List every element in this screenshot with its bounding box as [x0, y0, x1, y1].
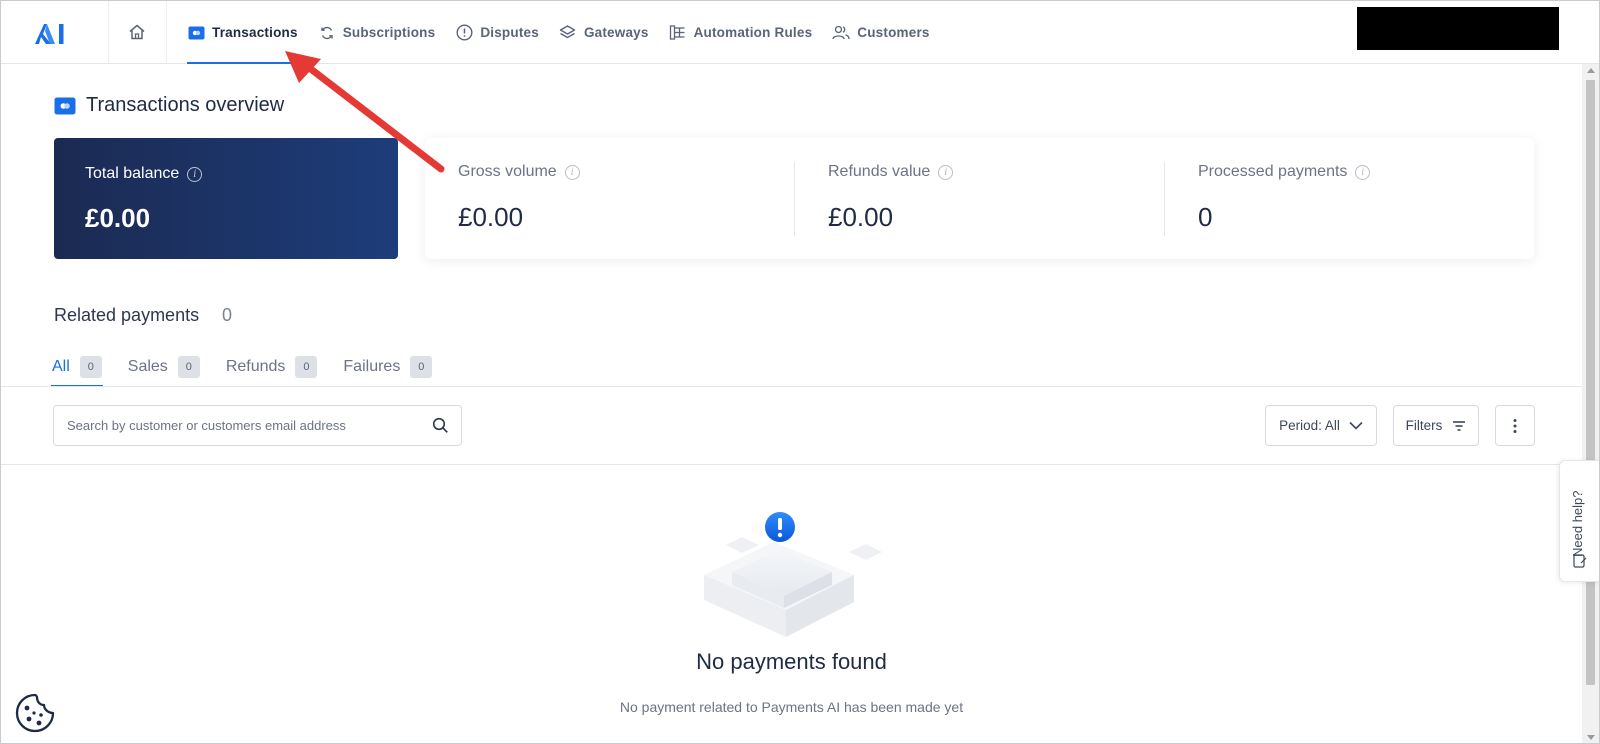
home-button[interactable]: [126, 21, 148, 43]
stat-label-text: Processed payments: [1198, 163, 1348, 180]
total-balance-card: Total balance i £0.00: [54, 138, 398, 259]
nav-item-gateways[interactable]: Gateways: [559, 1, 649, 64]
nav-item-label: Gateways: [583, 25, 649, 40]
total-balance-label: Total balance i: [85, 165, 203, 183]
tab-count-badge: 0: [177, 356, 200, 378]
tab-label: Sales: [127, 358, 168, 375]
nav-item-label: Disputes: [480, 25, 539, 40]
stat-label-text: Refunds value: [828, 163, 931, 180]
search-box[interactable]: [53, 405, 462, 446]
tab-label: All: [52, 358, 70, 375]
stat-label-text: Gross volume: [458, 163, 557, 180]
app-window: Transactions Subscriptions Disputes Gate…: [0, 0, 1600, 744]
stat-value: 0: [1198, 202, 1213, 232]
scrollbar-thumb[interactable]: [1586, 80, 1595, 685]
nav-item-label: Subscriptions: [342, 25, 436, 40]
need-help-label: Need help?: [1570, 490, 1585, 558]
scroll-up-arrow-icon[interactable]: [1587, 68, 1595, 73]
stats-card: Gross volume i £0.00 Refunds value i £0.…: [425, 138, 1534, 259]
feedback-icon: [1573, 554, 1587, 568]
empty-state-title: No payments found: [696, 649, 887, 674]
info-icon[interactable]: i: [187, 166, 203, 182]
tab-failures[interactable]: Failures 0: [342, 347, 433, 387]
stat-value: £0.00: [828, 202, 894, 232]
filter-icon: [1453, 420, 1466, 431]
divider: [166, 1, 167, 63]
stat-processed-payments: Processed payments i 0: [1165, 138, 1534, 259]
nav-item-label: Transactions: [212, 25, 298, 40]
page-title: Transactions overview: [54, 94, 284, 117]
redacted-account-area[interactable]: [1357, 7, 1559, 50]
info-icon[interactable]: i: [1355, 164, 1371, 180]
tab-sales[interactable]: Sales 0: [127, 347, 201, 387]
tab-all[interactable]: All 0: [51, 347, 103, 387]
more-options-button[interactable]: [1495, 405, 1535, 446]
users-icon: [832, 24, 850, 42]
logo[interactable]: [31, 20, 77, 46]
info-icon[interactable]: i: [938, 164, 954, 180]
scroll-down-arrow-icon[interactable]: [1587, 735, 1595, 740]
related-payments-count: 0: [222, 305, 233, 325]
top-navigation: Transactions Subscriptions Disputes Gate…: [1, 1, 1599, 64]
empty-state-subtitle: No payment related to Payments AI has be…: [619, 699, 964, 715]
divider: [108, 1, 109, 63]
nav-item-customers[interactable]: Customers: [832, 1, 929, 64]
nav-item-transactions[interactable]: Transactions: [187, 1, 298, 64]
cookie-settings-icon[interactable]: [13, 691, 57, 735]
tab-count-badge: 0: [410, 356, 433, 378]
empty-state-illustration: [704, 512, 882, 637]
flow-icon: [669, 24, 687, 42]
divider: [1, 464, 1582, 465]
stat-value: £0.00: [458, 202, 524, 232]
nav-item-label: Customers: [857, 25, 930, 40]
page-title-text: Transactions overview: [86, 94, 285, 116]
transactions-icon: [187, 24, 205, 42]
stat-label: Processed payments i: [1198, 163, 1371, 181]
filters-button-label: Filters: [1405, 418, 1443, 433]
refresh-icon: [318, 24, 336, 42]
stat-label: Refunds value i: [828, 163, 954, 181]
stat-refunds-value: Refunds value i £0.00: [795, 138, 1165, 259]
filters-button[interactable]: Filters: [1393, 405, 1479, 446]
home-icon: [129, 24, 145, 40]
tab-refunds[interactable]: Refunds 0: [225, 347, 319, 387]
search-input[interactable]: [67, 418, 417, 433]
tab-label: Refunds: [225, 358, 286, 375]
stat-label: Gross volume i: [458, 163, 580, 181]
tab-count-badge: 0: [295, 356, 318, 378]
alert-circle-icon: [455, 24, 473, 42]
info-icon[interactable]: i: [564, 164, 580, 180]
nav-item-subscriptions[interactable]: Subscriptions: [318, 1, 436, 64]
nav-item-automation-rules[interactable]: Automation Rules: [669, 1, 813, 64]
chevron-down-icon: [1349, 421, 1363, 430]
tab-label: Failures: [343, 358, 401, 375]
period-dropdown[interactable]: Period: All: [1265, 405, 1377, 446]
payment-tabs: All 0 Sales 0 Refunds 0 Failures 0: [51, 347, 457, 387]
stat-gross-volume: Gross volume i £0.00: [425, 138, 795, 259]
layers-icon: [559, 24, 577, 42]
main-nav: Transactions Subscriptions Disputes Gate…: [187, 1, 950, 64]
tab-count-badge: 0: [79, 356, 102, 378]
total-balance-value: £0.00: [85, 203, 151, 233]
nav-item-disputes[interactable]: Disputes: [455, 1, 539, 64]
more-vertical-icon: [1513, 418, 1517, 433]
total-balance-label-text: Total balance: [85, 165, 180, 182]
search-icon[interactable]: [432, 417, 449, 434]
period-dropdown-label: Period: All: [1279, 418, 1340, 433]
need-help-tab[interactable]: Need help?: [1559, 460, 1599, 582]
vertical-scrollbar[interactable]: [1582, 64, 1599, 743]
nav-item-label: Automation Rules: [693, 25, 813, 40]
divider: [1, 386, 1582, 387]
related-payments-title: Related payments: [54, 305, 200, 325]
transactions-icon: [54, 97, 76, 114]
